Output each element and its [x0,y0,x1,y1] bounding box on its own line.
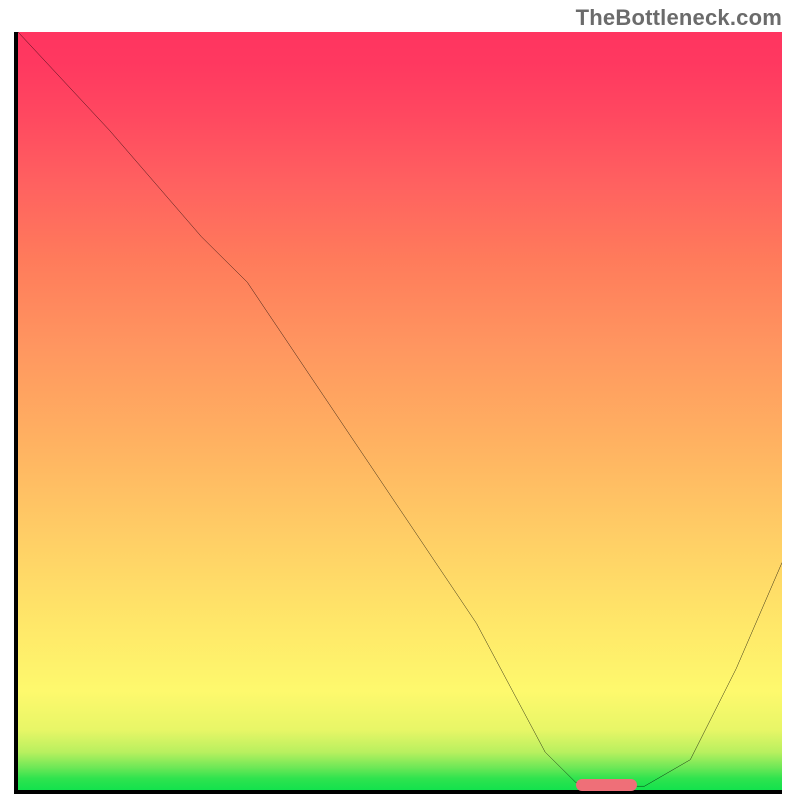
bottleneck-curve [18,32,782,790]
optimum-marker [576,779,637,791]
plot-area [14,32,782,794]
chart-canvas: TheBottleneck.com [0,0,800,800]
watermark-text: TheBottleneck.com [576,5,782,31]
